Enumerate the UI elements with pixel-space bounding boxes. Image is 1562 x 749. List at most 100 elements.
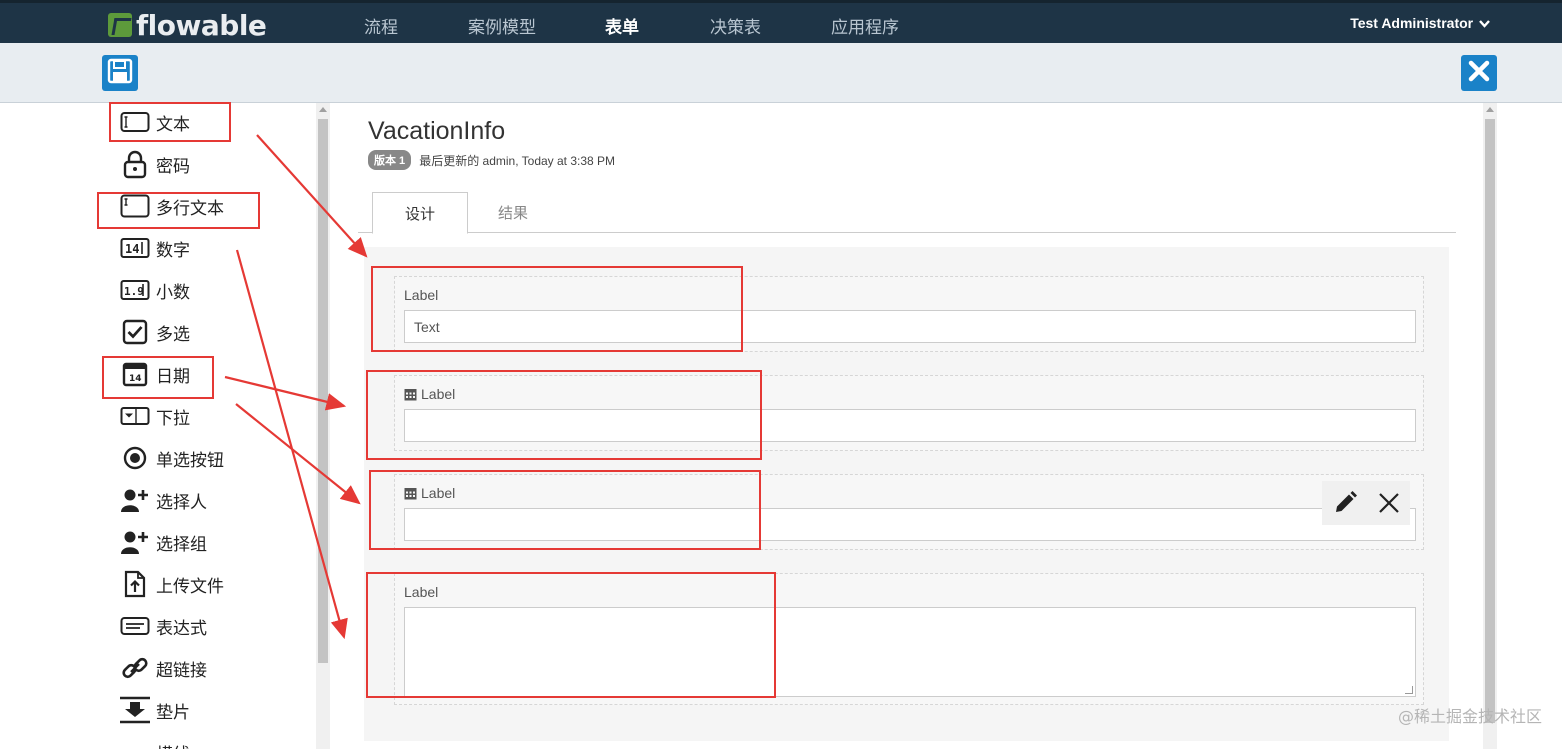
palette-item-label: 多行文本 — [156, 198, 224, 218]
palette-item-label: 小数 — [156, 282, 190, 302]
form-field-date[interactable]: Label — [394, 375, 1424, 451]
user-menu[interactable]: Test Administrator — [1350, 15, 1490, 31]
checkbox-icon — [120, 318, 150, 346]
field-label: Label — [421, 485, 456, 501]
nav-item-forms[interactable]: 表单 — [605, 13, 639, 53]
save-icon — [107, 58, 133, 89]
palette-scrollbar-thumb[interactable] — [318, 119, 328, 663]
palette-item-group[interactable]: 选择组 — [120, 527, 207, 557]
close-editor-button[interactable] — [1461, 55, 1497, 91]
palette-item-label: 下拉 — [156, 408, 190, 428]
chevron-down-icon — [1477, 15, 1490, 31]
field-label: Label — [404, 584, 439, 600]
palette-item-label: 选择组 — [156, 534, 207, 554]
link-icon — [120, 654, 150, 682]
calendar-icon: 14 — [120, 360, 150, 388]
form-field-date[interactable]: Label — [394, 474, 1424, 550]
svg-text:1.9: 1.9 — [124, 285, 144, 298]
textarea-preview — [404, 607, 1416, 697]
palette-item-number[interactable]: 14 数字 — [120, 233, 190, 263]
calendar-icon — [404, 487, 417, 500]
version-badge: 版本 1 — [368, 150, 412, 170]
nav-item-process[interactable]: 流程 — [364, 13, 398, 38]
field-label-row: Label — [404, 485, 455, 501]
add-user-icon — [120, 486, 150, 514]
palette-item-dropdown[interactable]: 下拉 — [120, 401, 190, 431]
save-button[interactable] — [102, 55, 138, 91]
expression-icon — [120, 612, 150, 640]
brand-name: flowable — [136, 8, 267, 42]
form-meta: 版本 1 最后更新的 admin, Today at 3:38 PM — [368, 150, 615, 170]
palette-item-radio[interactable]: 单选按钮 — [120, 443, 224, 473]
field-label: Label — [404, 287, 439, 303]
palette-item-label: 数字 — [156, 240, 190, 260]
decimal-icon: 1.9 — [120, 276, 150, 304]
editor-scrollbar[interactable] — [1483, 103, 1497, 749]
upload-icon — [120, 570, 150, 598]
form-field-multiline-text[interactable]: Label — [394, 573, 1424, 705]
text-input-preview: Text — [404, 310, 1416, 343]
palette-item-checkbox[interactable]: 多选 — [120, 317, 190, 347]
palette-item-expression[interactable]: 表达式 — [120, 611, 207, 641]
spacer-icon — [120, 696, 150, 724]
palette-item-date[interactable]: 14 日期 — [120, 359, 190, 389]
palette-item-text[interactable]: 文本 — [120, 107, 190, 137]
palette-item-password[interactable]: 密码 — [120, 149, 190, 179]
palette-item-hyperlink[interactable]: 超链接 — [120, 653, 207, 683]
palette-item-decimal[interactable]: 1.9 小数 — [120, 275, 190, 305]
dropdown-icon — [120, 402, 150, 430]
palette-item-multiline-text[interactable]: 多行文本 — [120, 191, 224, 221]
last-updated-text: 最后更新的 admin, Today at 3:38 PM — [419, 153, 616, 168]
scroll-up-arrow-icon[interactable] — [1486, 107, 1494, 112]
watermark: @稀土掘金技术社区 — [1397, 707, 1542, 726]
resize-handle-icon — [1405, 686, 1413, 694]
close-icon[interactable] — [1377, 491, 1401, 515]
tab-design[interactable]: 设计 — [372, 192, 469, 234]
palette-item-label: 多选 — [156, 324, 190, 344]
svg-text:14: 14 — [125, 242, 139, 256]
scroll-up-arrow-icon[interactable] — [319, 107, 327, 112]
date-input-preview — [404, 508, 1416, 541]
radio-icon — [120, 444, 150, 472]
flowable-logo[interactable]: flowable — [108, 8, 267, 42]
palette-item-horizontal-line[interactable]: 横线 — [120, 737, 190, 749]
multiline-text-icon — [120, 192, 150, 220]
add-group-icon — [120, 528, 150, 556]
palette-item-label: 单选按钮 — [156, 450, 224, 470]
lock-icon — [120, 150, 150, 179]
nav-item-apps[interactable]: 应用程序 — [831, 13, 899, 38]
close-icon — [1468, 60, 1490, 87]
palette-item-upload[interactable]: 上传文件 — [120, 569, 224, 599]
palette-item-label: 日期 — [156, 366, 190, 386]
palette-item-label: 文本 — [156, 114, 190, 134]
palette-item-spacer[interactable]: 垫片 — [120, 695, 190, 725]
form-title: VacationInfo — [368, 117, 506, 145]
editor-scrollbar-thumb[interactable] — [1485, 119, 1495, 723]
number-icon: 14 — [120, 234, 150, 262]
editor-tabs: 设计 结果 — [358, 192, 1456, 234]
field-hover-actions — [1322, 481, 1410, 525]
palette-item-label: 上传文件 — [156, 576, 224, 596]
palette-item-label: 密码 — [156, 156, 190, 176]
palette-item-label: 表达式 — [156, 618, 207, 638]
field-label: Label — [421, 386, 456, 402]
flowable-logo-icon — [108, 13, 132, 37]
field-label-row: Label — [404, 386, 455, 402]
editor-toolbar — [0, 43, 1562, 103]
palette-item-label: 垫片 — [156, 702, 190, 722]
date-input-preview — [404, 409, 1416, 442]
palette-scrollbar[interactable] — [316, 103, 330, 749]
palette-item-people[interactable]: 选择人 — [120, 485, 207, 515]
top-navigation-bar: flowable 流程 案例模型 表单 决策表 应用程序 Test Admini… — [0, 0, 1562, 53]
form-editor-main: VacationInfo 版本 1 最后更新的 admin, Today at … — [330, 103, 1480, 749]
text-field-icon — [120, 108, 150, 136]
tab-outcomes[interactable]: 结果 — [466, 192, 560, 233]
palette-item-label: 横线 — [156, 740, 190, 749]
pencil-icon[interactable] — [1332, 490, 1358, 516]
nav-item-decision-tables[interactable]: 决策表 — [710, 13, 761, 38]
form-design-canvas[interactable]: Label Text Label Label Label — [364, 247, 1449, 741]
form-field-text[interactable]: Label Text — [394, 276, 1424, 352]
calendar-icon — [404, 388, 417, 401]
nav-item-case-model[interactable]: 案例模型 — [468, 13, 536, 38]
palette-item-label: 超链接 — [156, 660, 207, 680]
